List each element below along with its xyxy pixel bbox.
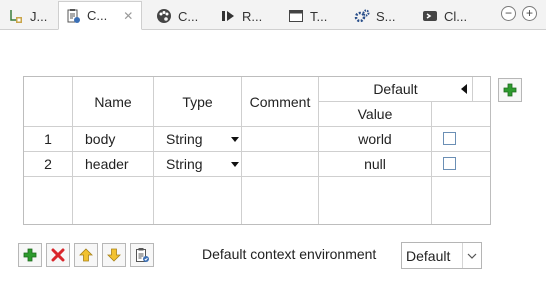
move-up-button[interactable] <box>74 243 98 267</box>
tab-label: R... <box>242 8 263 24</box>
tab-cloud[interactable]: Cl... <box>416 2 473 30</box>
tab-contexts[interactable]: C... ✕ <box>58 1 142 30</box>
palette-icon <box>156 8 172 24</box>
header-value[interactable]: Value <box>319 102 431 126</box>
selected-value: Default <box>406 247 451 264</box>
chevron-down-icon[interactable] <box>231 162 239 167</box>
prompt-checkbox[interactable] <box>443 132 456 145</box>
move-down-button[interactable] <box>102 243 126 267</box>
settings-icon <box>354 8 370 24</box>
chevron-down-icon[interactable] <box>231 137 239 142</box>
add-column-button[interactable] <box>498 78 522 102</box>
remove-icon <box>51 248 65 262</box>
column-divider <box>431 101 432 224</box>
tab-label: J... <box>30 8 48 24</box>
tab-job[interactable]: J... <box>2 2 53 30</box>
remove-button[interactable] <box>46 243 70 267</box>
header-type[interactable]: Type <box>154 77 241 126</box>
default-context-label: Default context environment <box>202 246 377 262</box>
header-name[interactable]: Name <box>73 77 153 126</box>
maximize-button[interactable]: + <box>522 6 537 21</box>
cell-name[interactable]: header <box>73 152 153 176</box>
cell-comment[interactable] <box>242 152 318 176</box>
context-environment-select[interactable]: Default <box>401 242 482 269</box>
chevron-down-icon[interactable] <box>462 243 481 268</box>
up-arrow-icon <box>79 248 93 262</box>
tab-label: C... <box>178 8 199 24</box>
contexts-icon <box>65 8 81 24</box>
tab-label: C... <box>87 8 108 23</box>
cell-value[interactable]: null <box>319 152 431 176</box>
add-button[interactable] <box>18 243 42 267</box>
cell-comment[interactable] <box>242 127 318 151</box>
tab-settings[interactable]: S... <box>348 2 402 30</box>
run-icon <box>220 8 236 24</box>
tab-window[interactable]: T... <box>282 2 333 30</box>
cell-type[interactable]: String <box>154 152 241 176</box>
window-icon <box>288 8 304 24</box>
cell-type[interactable]: String <box>154 127 241 151</box>
clipboard-icon <box>136 248 149 262</box>
row-index: 1 <box>44 131 52 147</box>
column-divider <box>472 77 473 101</box>
cloud-icon <box>422 8 438 24</box>
context-table: Name Type Comment Default Value 1 body S… <box>23 76 491 225</box>
tab-run[interactable]: R... <box>214 2 268 30</box>
header-default[interactable]: Default <box>319 77 472 101</box>
prompt-checkbox[interactable] <box>443 157 456 170</box>
job-icon <box>8 8 24 24</box>
tab-label: Cl... <box>444 8 468 24</box>
header-comment[interactable]: Comment <box>242 77 318 126</box>
add-icon <box>23 248 37 262</box>
tab-label: T... <box>310 8 328 24</box>
cell-name[interactable]: body <box>73 127 153 151</box>
minimize-button[interactable]: − <box>501 6 516 21</box>
down-arrow-icon <box>107 248 121 262</box>
tab-strip: J... C... ✕ C... R... T... S... Cl... − … <box>0 0 546 30</box>
row-divider <box>24 176 490 177</box>
copy-button[interactable] <box>130 243 154 267</box>
collapse-left-icon[interactable] <box>461 84 467 94</box>
tab-label: S... <box>376 8 396 24</box>
add-icon <box>503 83 517 97</box>
close-icon[interactable]: ✕ <box>123 9 133 23</box>
tab-component[interactable]: C... <box>150 2 204 30</box>
row-index: 2 <box>44 156 52 172</box>
cell-value[interactable]: world <box>319 127 431 151</box>
